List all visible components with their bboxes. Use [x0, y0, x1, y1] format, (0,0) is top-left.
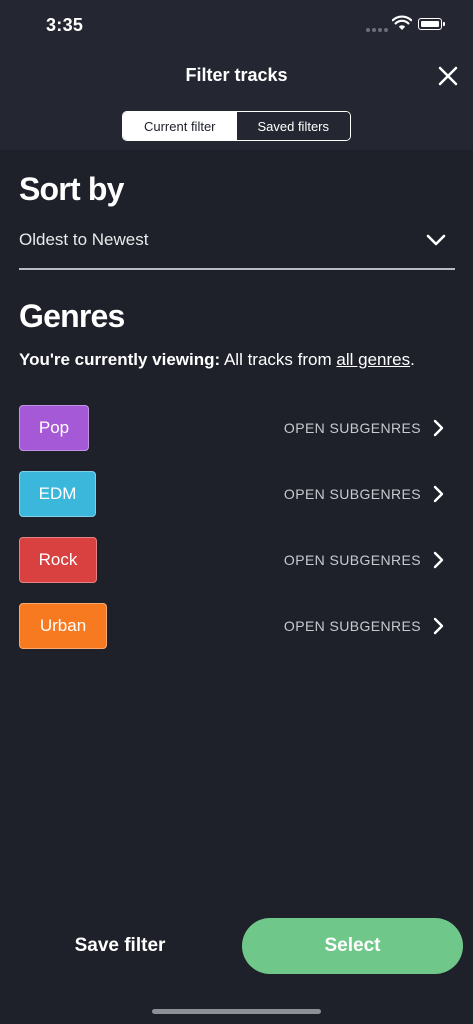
chevron-down-icon	[426, 234, 446, 246]
close-button[interactable]	[432, 60, 464, 92]
current-viewing-text: You're currently viewing: All tracks fro…	[19, 350, 415, 370]
sort-underline	[19, 268, 455, 270]
status-bar: 3:35	[0, 0, 473, 52]
filter-tabs: Current filter Saved filters	[122, 111, 351, 141]
select-button[interactable]: Select	[242, 918, 463, 974]
home-indicator	[152, 1009, 321, 1014]
open-subgenres-edm[interactable]: OPEN SUBGENRES	[284, 471, 445, 517]
genre-row-pop: Pop OPEN SUBGENRES	[19, 405, 445, 453]
open-subgenres-pop[interactable]: OPEN SUBGENRES	[284, 405, 445, 451]
open-subgenres-rock[interactable]: OPEN SUBGENRES	[284, 537, 445, 583]
all-genres-link[interactable]: all genres	[336, 350, 410, 369]
page-title: Filter tracks	[185, 65, 288, 85]
genre-tag-pop[interactable]: Pop	[19, 405, 89, 451]
open-subgenres-urban[interactable]: OPEN SUBGENRES	[284, 603, 445, 649]
chevron-right-icon	[433, 485, 444, 503]
sort-dropdown[interactable]: Oldest to Newest	[19, 222, 455, 270]
tab-saved-filters[interactable]: Saved filters	[236, 112, 350, 140]
viewing-prefix: You're currently viewing:	[19, 350, 221, 369]
open-subgenres-label: OPEN SUBGENRES	[283, 420, 421, 436]
close-icon	[438, 66, 458, 86]
sort-selected-value: Oldest to Newest	[19, 230, 149, 249]
open-subgenres-label: OPEN SUBGENRES	[283, 552, 421, 568]
genre-row-edm: EDM OPEN SUBGENRES	[19, 471, 445, 519]
genre-tag-rock[interactable]: Rock	[19, 537, 97, 583]
signal-icon	[366, 28, 388, 32]
chevron-right-icon	[433, 617, 444, 635]
tab-current-filter[interactable]: Current filter	[123, 112, 237, 140]
battery-icon	[418, 18, 445, 30]
genre-row-rock: Rock OPEN SUBGENRES	[19, 537, 445, 585]
genre-tag-urban[interactable]: Urban	[19, 603, 107, 649]
chevron-right-icon	[433, 419, 444, 437]
open-subgenres-label: OPEN SUBGENRES	[283, 618, 421, 634]
viewing-middle: All tracks from	[223, 350, 332, 369]
genre-row-urban: Urban OPEN SUBGENRES	[19, 603, 445, 651]
save-filter-button[interactable]: Save filter	[40, 918, 200, 974]
sort-title: Sort by	[19, 171, 124, 207]
wifi-icon	[392, 15, 412, 30]
viewing-suffix: .	[410, 350, 415, 369]
genres-title: Genres	[19, 298, 125, 334]
status-time: 3:35	[46, 15, 84, 35]
open-subgenres-label: OPEN SUBGENRES	[283, 486, 421, 502]
genre-tag-edm[interactable]: EDM	[19, 471, 96, 517]
chevron-right-icon	[433, 551, 444, 569]
